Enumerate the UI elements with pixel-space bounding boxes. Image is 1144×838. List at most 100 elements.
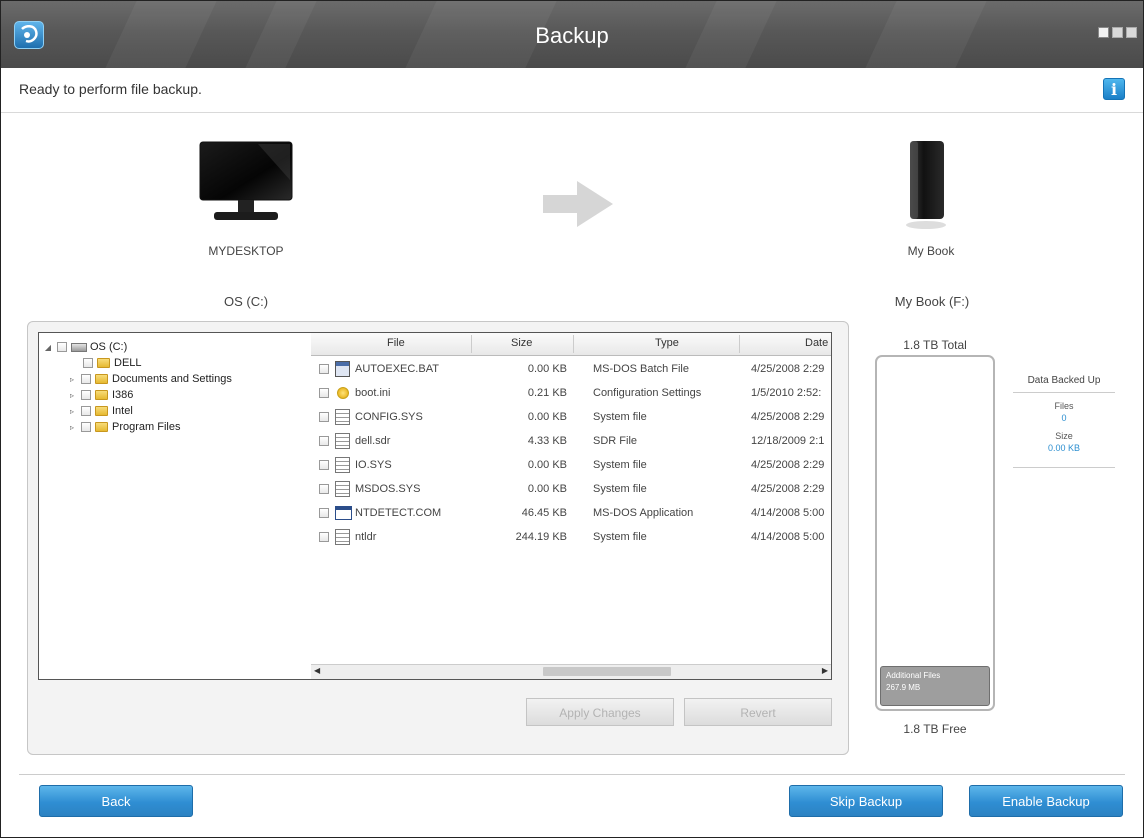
- tree-item-intel[interactable]: ▹ Intel: [67, 403, 133, 419]
- window-title: Backup: [535, 23, 609, 48]
- additional-files-segment: Additional Files 267.9 MB: [880, 666, 990, 706]
- expand-icon[interactable]: ▹: [67, 407, 77, 416]
- scroll-right-icon[interactable]: ▶: [822, 666, 828, 675]
- file-list[interactable]: File Size Type Date AUTOEXEC.BAT 0.00 KB…: [311, 332, 832, 680]
- file-row[interactable]: AUTOEXEC.BAT 0.00 KB MS-DOS Batch File 4…: [311, 358, 831, 380]
- settings-file-icon: [337, 387, 349, 399]
- status-message: Ready to perform file backup.: [19, 81, 202, 97]
- file-row[interactable]: dell.sdr 4.33 KB SDR File 12/18/2009 2:1: [311, 430, 831, 452]
- file-checkbox[interactable]: [319, 508, 329, 518]
- file-date: 12/18/2009 2:1: [751, 435, 825, 447]
- tree-item-dell[interactable]: DELL: [79, 355, 142, 371]
- file-type: MS-DOS Application: [593, 507, 694, 519]
- tree-checkbox[interactable]: [57, 342, 67, 352]
- size-label: Size: [1055, 431, 1073, 441]
- file-date: 4/14/2008 5:00: [751, 507, 825, 519]
- file-date: 4/14/2008 5:00: [751, 531, 825, 543]
- footer-divider: [19, 774, 1125, 775]
- tree-checkbox[interactable]: [81, 374, 91, 384]
- tree-item-program-files[interactable]: ▹ Program Files: [67, 419, 180, 435]
- tree-item-label: OS (C:): [90, 341, 128, 353]
- system-file-icon: [335, 433, 350, 449]
- revert-button[interactable]: Revert: [684, 698, 832, 726]
- files-value: 0: [1061, 413, 1067, 423]
- tree-checkbox[interactable]: [81, 390, 91, 400]
- scrollbar-thumb[interactable]: [543, 667, 671, 676]
- file-size: 0.00 KB: [527, 483, 567, 495]
- file-row[interactable]: NTDETECT.COM 46.45 KB MS-DOS Application…: [311, 502, 831, 524]
- file-size: 0.00 KB: [527, 459, 567, 471]
- file-date: 4/25/2008 2:29: [751, 459, 825, 471]
- apply-changes-button[interactable]: Apply Changes: [526, 698, 674, 726]
- file-row[interactable]: ntldr 244.19 KB System file 4/14/2008 5:…: [311, 526, 831, 548]
- file-type: MS-DOS Batch File: [593, 363, 689, 375]
- file-date: 4/25/2008 2:29: [751, 483, 825, 495]
- tree-item-label: DELL: [114, 357, 142, 369]
- system-file-icon: [335, 481, 350, 497]
- title-bar: Backup: [1, 1, 1143, 68]
- file-row[interactable]: CONFIG.SYS 0.00 KB System file 4/25/2008…: [311, 406, 831, 428]
- data-backed-up-title: Data Backed Up: [1027, 375, 1101, 386]
- file-checkbox[interactable]: [319, 484, 329, 494]
- file-type: System file: [593, 483, 647, 495]
- close-icon[interactable]: [1126, 27, 1137, 38]
- batch-file-icon: [335, 361, 350, 377]
- source-computer-name: MYDESKTOP: [208, 244, 284, 258]
- external-drive-icon: [904, 139, 948, 231]
- maximize-icon[interactable]: [1112, 27, 1123, 38]
- file-date: 4/25/2008 2:29: [751, 411, 825, 423]
- folder-icon: [95, 422, 108, 432]
- source-panel: ◢ OS (C:) DELL ▹ Documents and Settings …: [27, 321, 849, 755]
- info-icon[interactable]: i: [1103, 78, 1125, 100]
- tree-item-label: Documents and Settings: [112, 373, 232, 385]
- skip-backup-button[interactable]: Skip Backup: [789, 785, 943, 817]
- hard-drive-icon: [71, 342, 87, 352]
- file-type: Configuration Settings: [593, 387, 702, 399]
- back-button[interactable]: Back: [39, 785, 193, 817]
- scroll-left-icon[interactable]: ◀: [314, 666, 320, 675]
- expand-icon[interactable]: ▹: [67, 391, 77, 400]
- files-label: Files: [1054, 401, 1074, 411]
- tree-checkbox[interactable]: [81, 406, 91, 416]
- file-checkbox[interactable]: [319, 364, 329, 374]
- tree-item-label: I386: [112, 389, 134, 401]
- source-drive-label: OS (C:): [223, 294, 269, 309]
- tree-item-documents-and-settings[interactable]: ▹ Documents and Settings: [67, 371, 232, 387]
- minimize-icon[interactable]: [1098, 27, 1109, 38]
- expand-icon[interactable]: ▹: [67, 423, 77, 432]
- horizontal-scrollbar[interactable]: ◀ ▶: [311, 664, 831, 679]
- file-list-header: File Size Type Date: [311, 333, 831, 356]
- tree-item-os-c[interactable]: ◢ OS (C:): [43, 339, 127, 355]
- file-row[interactable]: MSDOS.SYS 0.00 KB System file 4/25/2008 …: [311, 478, 831, 500]
- size-value: 0.00 KB: [1047, 443, 1081, 453]
- enable-backup-button[interactable]: Enable Backup: [969, 785, 1123, 817]
- tree-item-i386[interactable]: ▹ I386: [67, 387, 133, 403]
- file-checkbox[interactable]: [319, 388, 329, 398]
- file-checkbox[interactable]: [319, 532, 329, 542]
- file-size: 0.00 KB: [527, 363, 567, 375]
- backup-window: Backup Ready to perform file backup. i M…: [0, 0, 1144, 838]
- file-checkbox[interactable]: [319, 460, 329, 470]
- monitor-icon: [198, 140, 294, 224]
- status-strip: Ready to perform file backup. i: [1, 68, 1143, 113]
- collapse-icon[interactable]: ◢: [43, 343, 53, 352]
- column-file[interactable]: File: [387, 337, 405, 349]
- additional-files-label: Additional Files: [886, 671, 941, 680]
- folder-tree[interactable]: ◢ OS (C:) DELL ▹ Documents and Settings …: [38, 332, 312, 680]
- arrow-right-icon: [541, 179, 615, 234]
- file-size: 0.21 KB: [527, 387, 567, 399]
- column-date[interactable]: Date: [805, 337, 828, 349]
- tree-checkbox[interactable]: [81, 422, 91, 432]
- file-type: SDR File: [593, 435, 638, 447]
- file-checkbox[interactable]: [319, 412, 329, 422]
- tree-checkbox[interactable]: [83, 358, 93, 368]
- destination-drive-label: My Book (F:): [894, 294, 970, 309]
- column-type[interactable]: Type: [655, 337, 679, 349]
- file-size: 0.00 KB: [527, 411, 567, 423]
- file-row[interactable]: boot.ini 0.21 KB Configuration Settings …: [311, 382, 831, 404]
- column-size[interactable]: Size: [511, 337, 532, 349]
- file-row[interactable]: IO.SYS 0.00 KB System file 4/25/2008 2:2…: [311, 454, 831, 476]
- expand-icon[interactable]: ▹: [67, 375, 77, 384]
- file-checkbox[interactable]: [319, 436, 329, 446]
- tree-item-label: Intel: [112, 405, 133, 417]
